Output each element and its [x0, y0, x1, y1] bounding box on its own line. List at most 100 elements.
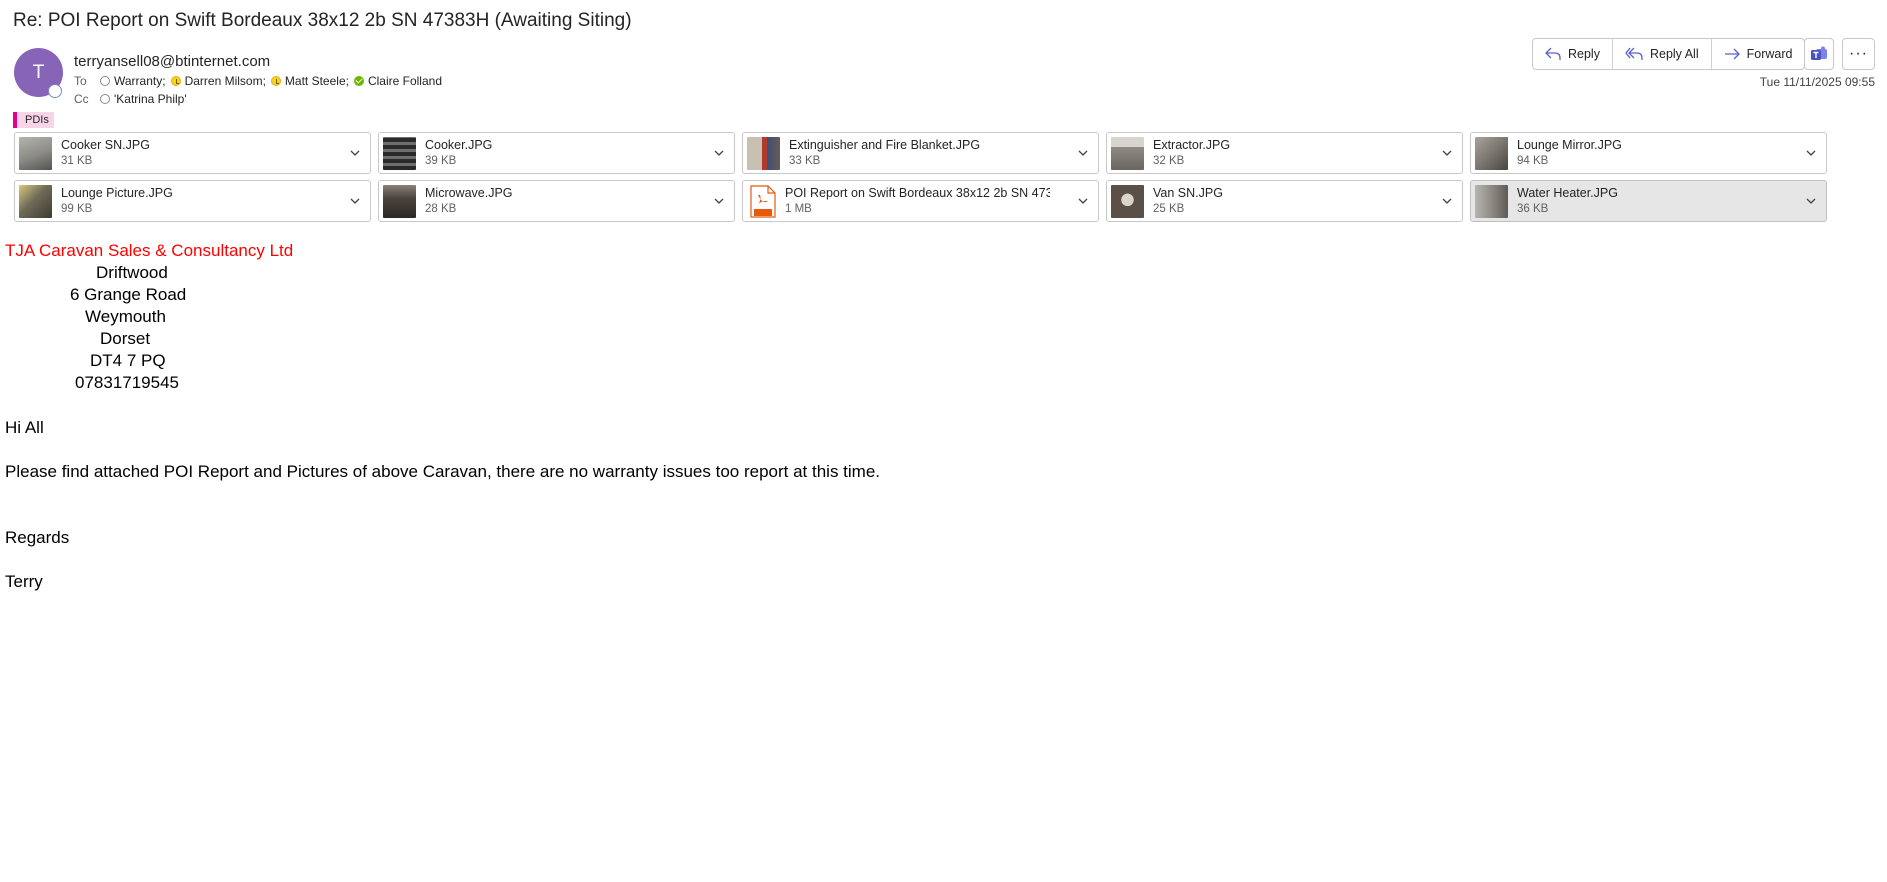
- address-line: DT4 7 PQ: [90, 351, 166, 370]
- attachment-lounge-mirror[interactable]: Lounge Mirror.JPG 94 KB: [1470, 132, 1827, 174]
- address-line: Weymouth: [85, 307, 166, 326]
- attachment-name: Extractor.JPG: [1153, 138, 1231, 152]
- image-thumbnail: [383, 184, 416, 218]
- chevron-down-icon[interactable]: [713, 195, 725, 207]
- teams-icon: [1811, 46, 1827, 60]
- avatar-initial: T: [32, 61, 45, 83]
- presence-offline-icon: [48, 84, 62, 98]
- presence-offline-icon: [100, 94, 110, 104]
- attachment-lounge-picture[interactable]: Lounge Picture.JPG 99 KB: [14, 180, 371, 222]
- cc-recipients: Cc 'Katrina Philp': [74, 92, 192, 106]
- image-thumbnail: [1475, 136, 1508, 170]
- recipient-name: 'Katrina Philp': [114, 92, 187, 106]
- address-line: Dorset: [100, 329, 151, 348]
- image-thumbnail: [1111, 136, 1144, 170]
- presence-offline-icon: [100, 76, 110, 86]
- presence-available-icon: [353, 76, 364, 86]
- presence-away-icon: [170, 76, 181, 86]
- attachment-name: Water Heater.JPG: [1517, 186, 1618, 200]
- more-actions-button[interactable]: ···: [1842, 38, 1875, 70]
- forward-icon: [1724, 48, 1740, 60]
- chevron-down-icon[interactable]: [1441, 195, 1453, 207]
- reply-all-button[interactable]: Reply All: [1613, 39, 1712, 69]
- category-tag[interactable]: PDIs: [13, 112, 54, 128]
- attachment-water-heater[interactable]: Water Heater.JPG 36 KB: [1470, 180, 1827, 222]
- message-actions: Reply Reply All Forward: [1532, 38, 1806, 70]
- recipient-name: Claire Folland: [367, 74, 442, 88]
- chevron-down-icon[interactable]: [1441, 147, 1453, 159]
- attachment-name: Cooker.JPG: [425, 138, 493, 152]
- address-line: Driftwood: [96, 263, 168, 282]
- forward-label: Forward: [1746, 47, 1793, 61]
- attachment-name: Lounge Mirror.JPG: [1517, 138, 1622, 152]
- teams-button[interactable]: [1804, 38, 1834, 70]
- attachment-size: 36 KB: [1517, 203, 1549, 215]
- attachment-size: 1 MB: [785, 203, 812, 215]
- chevron-down-icon[interactable]: [1077, 195, 1089, 207]
- attachment-microwave[interactable]: Microwave.JPG 28 KB: [378, 180, 735, 222]
- attachment-cooker-sn[interactable]: Cooker SN.JPG 31 KB: [14, 132, 371, 174]
- sender-address[interactable]: terryansell08@btinternet.com: [74, 53, 270, 70]
- address-line: 6 Grange Road: [70, 285, 187, 304]
- greeting: Hi All: [5, 418, 44, 437]
- image-thumbnail: [19, 184, 52, 218]
- attachment-size: 39 KB: [425, 155, 457, 167]
- pdf-file-icon: [750, 184, 776, 218]
- image-thumbnail: [19, 136, 52, 170]
- recipient-warranty[interactable]: Warranty;: [100, 74, 166, 88]
- attachment-cooker[interactable]: Cooker.JPG 39 KB: [378, 132, 735, 174]
- attachment-name: Van SN.JPG: [1153, 186, 1223, 200]
- chevron-down-icon[interactable]: [713, 147, 725, 159]
- message-text: Please find attached POI Report and Pict…: [5, 462, 881, 481]
- to-label: To: [74, 74, 87, 88]
- attachment-size: 31 KB: [61, 155, 93, 167]
- chevron-down-icon[interactable]: [349, 195, 361, 207]
- to-recipients: To Warranty; Darren Milsom; Matt Steele;…: [74, 74, 447, 88]
- reply-icon: [1545, 47, 1561, 60]
- image-thumbnail: [1111, 184, 1144, 218]
- attachment-size: 25 KB: [1153, 203, 1185, 215]
- recipient-name: Warranty;: [114, 74, 166, 88]
- attachment-extractor[interactable]: Extractor.JPG 32 KB: [1106, 132, 1463, 174]
- presence-away-icon: [270, 76, 281, 86]
- attachment-poi-report-pdf[interactable]: POI Report on Swift Bordeaux 38x12 2b SN…: [742, 180, 1099, 222]
- attachment-name: POI Report on Swift Bordeaux 38x12 2b SN…: [785, 186, 1050, 200]
- recipient-katrina-philp[interactable]: 'Katrina Philp': [100, 92, 187, 106]
- chevron-down-icon[interactable]: [1805, 195, 1817, 207]
- attachment-name: Cooker SN.JPG: [61, 138, 150, 152]
- recipient-claire-folland[interactable]: Claire Folland: [353, 74, 442, 88]
- chevron-down-icon[interactable]: [1805, 147, 1817, 159]
- signature: Terry: [5, 572, 43, 591]
- attachment-size: 28 KB: [425, 203, 457, 215]
- received-date: Tue 11/11/2025 09:55: [1759, 75, 1875, 89]
- attachment-extinguisher[interactable]: Extinguisher and Fire Blanket.JPG 33 KB: [742, 132, 1099, 174]
- cc-label: Cc: [74, 92, 89, 106]
- forward-button[interactable]: Forward: [1712, 39, 1805, 69]
- reply-all-icon: [1625, 47, 1643, 60]
- message-body: TJA Caravan Sales & Consultancy Ltd Drif…: [5, 240, 293, 394]
- attachment-list: Cooker SN.JPG 31 KB Cooker.JPG 39 KB Extin…: [14, 132, 1830, 222]
- attachment-name: Lounge Picture.JPG: [61, 186, 173, 200]
- attachment-size: 99 KB: [61, 203, 93, 215]
- company-name: TJA Caravan Sales & Consultancy Ltd: [5, 241, 294, 260]
- attachment-name: Microwave.JPG: [425, 186, 513, 200]
- attachment-van-sn[interactable]: Van SN.JPG 25 KB: [1106, 180, 1463, 222]
- reply-all-label: Reply All: [1649, 47, 1699, 61]
- recipient-darren-milsom[interactable]: Darren Milsom;: [170, 74, 266, 88]
- address-line: 07831719545: [75, 373, 180, 392]
- image-thumbnail: [747, 136, 780, 170]
- recipient-name: Darren Milsom;: [184, 74, 266, 88]
- image-thumbnail: [1475, 184, 1508, 218]
- chevron-down-icon[interactable]: [1077, 147, 1089, 159]
- attachment-size: 32 KB: [1153, 155, 1185, 167]
- reply-button[interactable]: Reply: [1533, 39, 1613, 69]
- attachment-size: 33 KB: [789, 155, 821, 167]
- recipient-matt-steele[interactable]: Matt Steele;: [270, 74, 349, 88]
- image-thumbnail: [383, 136, 416, 170]
- reply-label: Reply: [1568, 47, 1600, 61]
- chevron-down-icon[interactable]: [349, 147, 361, 159]
- recipient-name: Matt Steele;: [284, 74, 349, 88]
- regards: Regards: [5, 528, 70, 547]
- email-subject: Re: POI Report on Swift Bordeaux 38x12 2…: [13, 10, 632, 31]
- attachment-size: 94 KB: [1517, 155, 1549, 167]
